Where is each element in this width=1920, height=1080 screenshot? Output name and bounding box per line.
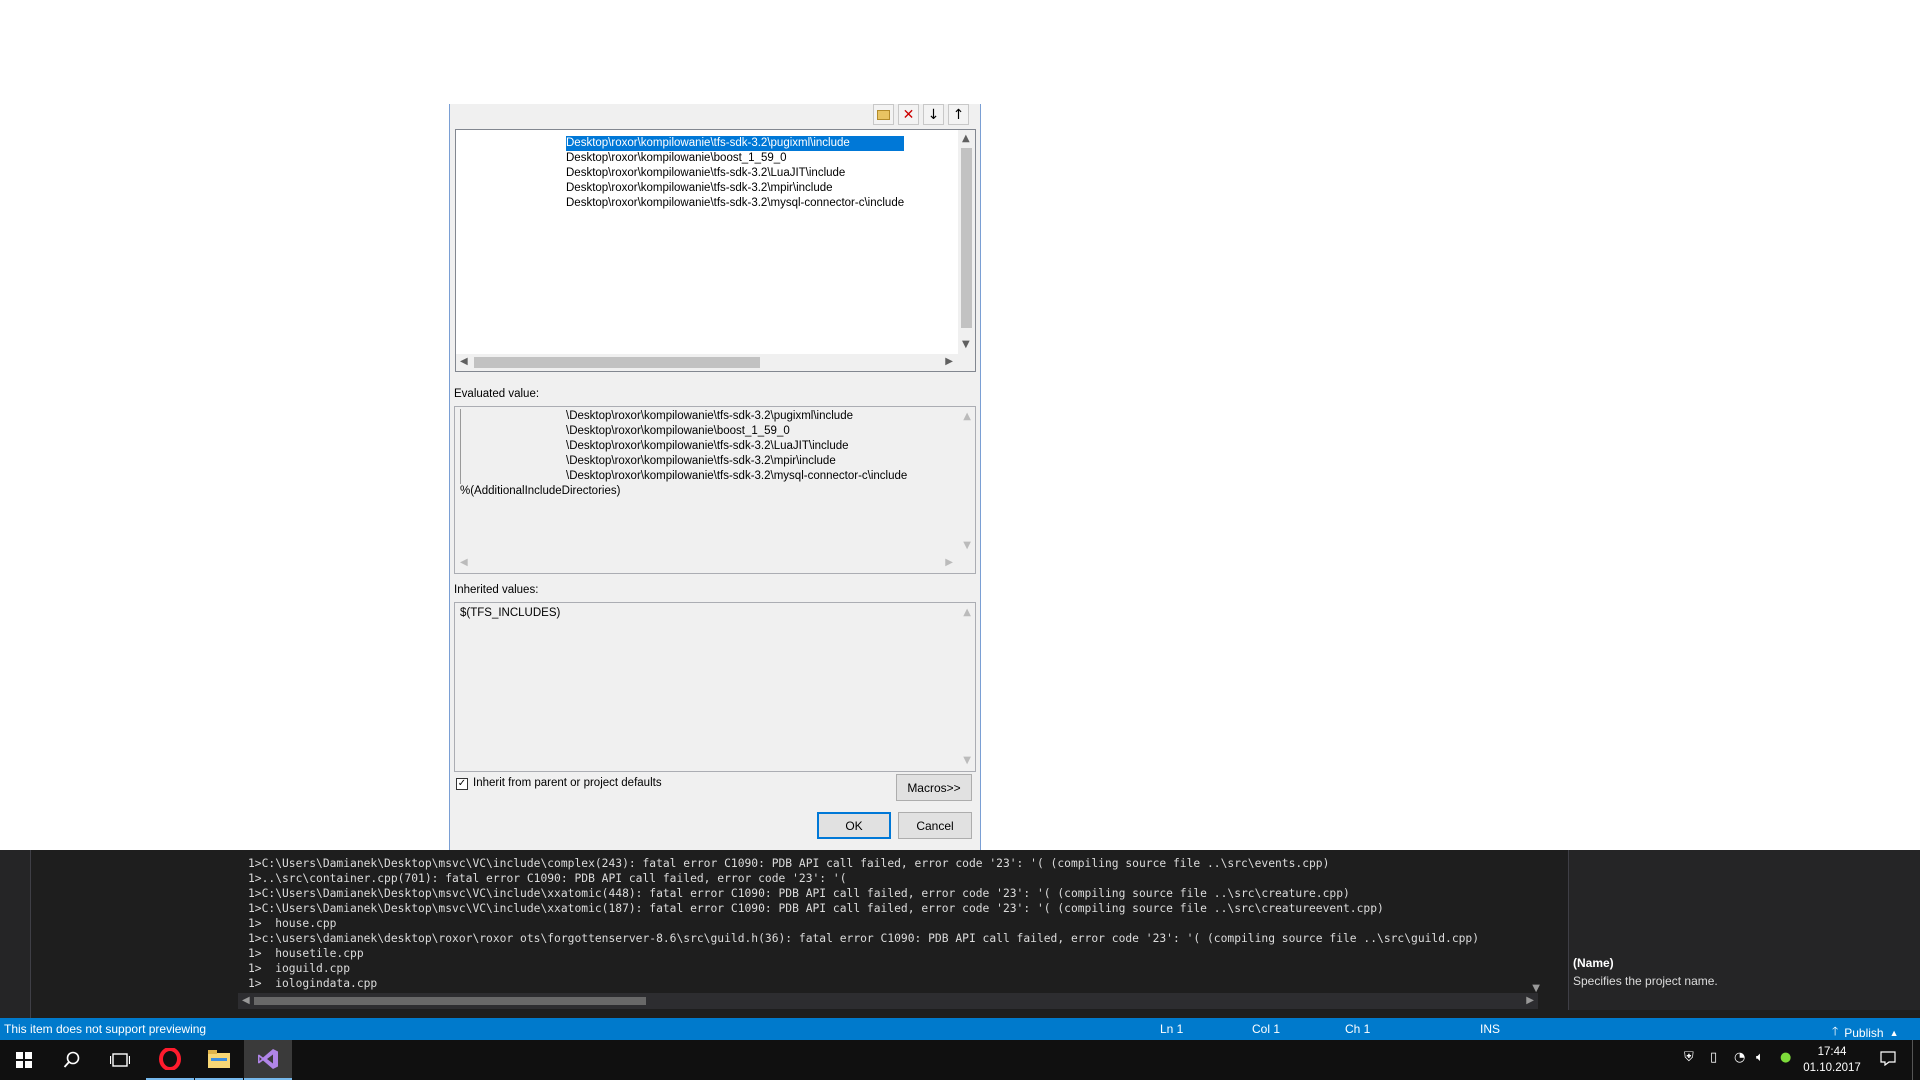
clock[interactable]: 17:44 01.10.2017: [1800, 1044, 1864, 1076]
list-item[interactable]: Desktop\roxor\kompilowanie\tfs-sdk-3.2\L…: [566, 166, 904, 181]
ok-button[interactable]: OK: [817, 812, 891, 839]
inherited-values-label: Inherited values:: [454, 584, 539, 596]
search-icon[interactable]: [48, 1040, 96, 1080]
inherit-checkbox-label: Inherit from parent or project defaults: [473, 777, 662, 789]
scroll-up-icon[interactable]: ▲: [963, 608, 971, 618]
arrow-up-icon: ↑: [952, 106, 965, 123]
evaluated-line: \Desktop\roxor\kompilowanie\tfs-sdk-3.2\…: [566, 455, 836, 467]
scroll-up-icon[interactable]: ▲: [962, 134, 970, 144]
arrow-down-icon: ↓: [927, 106, 940, 123]
scroll-left-icon[interactable]: ◀: [460, 357, 468, 367]
dialog-toolbar: ✕ ↓ ↑: [873, 104, 977, 126]
status-insert-mode[interactable]: INS: [1480, 1022, 1500, 1036]
cancel-button[interactable]: Cancel: [898, 812, 972, 839]
evaluated-line: \Desktop\roxor\kompilowanie\tfs-sdk-3.2\…: [566, 440, 849, 452]
task-view-icon[interactable]: [96, 1040, 144, 1080]
directories-entries: Desktop\roxor\kompilowanie\tfs-sdk-3.2\p…: [566, 136, 905, 211]
delete-icon: ✕: [902, 106, 915, 123]
evaluated-value-box[interactable]: \Desktop\roxor\kompilowanie\tfs-sdk-3.2\…: [454, 406, 976, 574]
scroll-left-icon[interactable]: ◀: [242, 996, 250, 1006]
properties-panel: (Name) Specifies the project name.: [1568, 850, 1920, 1010]
app-tray-icon[interactable]: ●: [1780, 1050, 1791, 1065]
battery-icon[interactable]: ▯: [1710, 1050, 1717, 1065]
evaluated-line: \Desktop\roxor\kompilowanie\boost_1_59_0: [566, 425, 790, 437]
taskbar: ⛨ ▯ ◔ 🔈︎ ● 17:44 01.10.2017: [0, 1040, 1920, 1080]
property-description: Specifies the project name.: [1573, 974, 1718, 988]
scroll-thumb[interactable]: [474, 357, 760, 368]
status-message: This item does not support previewing: [4, 1022, 207, 1036]
evaluated-line: %(AdditionalIncludeDirectories): [460, 485, 621, 497]
output-line: 1>..\src\container.cpp(701): fatal error…: [248, 872, 847, 885]
visual-studio-icon[interactable]: [244, 1040, 292, 1080]
scroll-right-icon[interactable]: ▶: [945, 558, 953, 568]
scroll-left-icon[interactable]: ◀: [460, 558, 468, 568]
scroll-down-icon[interactable]: ▼: [963, 756, 971, 766]
property-name-title: (Name): [1573, 956, 1614, 970]
output-lines: 1>C:\Users\Damianek\Desktop\msvc\VC\incl…: [248, 850, 1479, 991]
new-line-button[interactable]: [873, 104, 894, 125]
opera-icon[interactable]: [146, 1040, 194, 1080]
status-char: Ch 1: [1345, 1022, 1371, 1036]
output-window[interactable]: 1>C:\Users\Damianek\Desktop\msvc\VC\incl…: [232, 850, 1544, 1002]
output-line: 1>C:\Users\Damianek\Desktop\msvc\VC\incl…: [248, 902, 1384, 915]
output-line: 1>C:\Users\Damianek\Desktop\msvc\VC\incl…: [248, 887, 1350, 900]
delete-line-button[interactable]: ✕: [898, 104, 919, 125]
evaluated-lines: \Desktop\roxor\kompilowanie\tfs-sdk-3.2\…: [566, 409, 907, 484]
security-shield-icon[interactable]: ⛨: [1684, 1050, 1694, 1065]
inherited-line: $(TFS_INCLUDES): [460, 607, 561, 619]
folder-new-icon: [877, 109, 890, 120]
output-line: 1>C:\Users\Damianek\Desktop\msvc\VC\incl…: [248, 857, 1330, 870]
inherited-values-box[interactable]: $(TFS_INCLUDES) ▲ ▼: [454, 602, 976, 772]
windows-start-icon[interactable]: [0, 1040, 48, 1080]
move-down-button[interactable]: ↓: [923, 104, 944, 125]
scroll-right-icon[interactable]: ▶: [1526, 996, 1534, 1006]
publish-label: Publish: [1844, 1025, 1884, 1040]
include-directories-dialog: ✕ ↓ ↑ Desktop\roxor\kompilowanie\tfs-sdk…: [449, 104, 981, 850]
list-item-selected[interactable]: Desktop\roxor\kompilowanie\tfs-sdk-3.2\p…: [566, 136, 905, 151]
status-line: Ln 1: [1160, 1022, 1184, 1036]
output-line: 1> ioguild.cpp: [248, 962, 351, 975]
directories-list[interactable]: Desktop\roxor\kompilowanie\tfs-sdk-3.2\p…: [455, 129, 976, 372]
output-line: 1> housetile.cpp: [248, 947, 364, 960]
macros-button[interactable]: Macros>>: [896, 774, 972, 801]
file-explorer-icon[interactable]: [195, 1040, 243, 1080]
list-vertical-scrollbar[interactable]: ▲ ▼: [958, 130, 975, 354]
evaluated-value-label: Evaluated value:: [454, 388, 540, 400]
chevron-up-icon: ▲: [1889, 1027, 1899, 1038]
output-line: 1> iologindata.cpp: [248, 977, 378, 990]
evaluated-line: \Desktop\roxor\kompilowanie\tfs-sdk-3.2\…: [566, 470, 908, 482]
status-bar: This item does not support previewing Ln…: [0, 1018, 1920, 1040]
scroll-down-icon[interactable]: ▼: [963, 541, 971, 551]
list-item[interactable]: Desktop\roxor\kompilowanie\boost_1_59_0: [566, 151, 904, 166]
output-line: 1> house.cpp: [248, 917, 337, 930]
list-item[interactable]: Desktop\roxor\kompilowanie\tfs-sdk-3.2\m…: [566, 181, 904, 196]
status-column: Col 1: [1252, 1022, 1281, 1036]
move-up-button[interactable]: ↑: [948, 104, 969, 125]
left-panel-edge: [0, 850, 31, 1018]
notifications-icon[interactable]: [1880, 1050, 1896, 1070]
scroll-thumb[interactable]: [254, 997, 646, 1005]
output-line: 1>c:\users\damianek\desktop\roxor\roxor …: [248, 932, 1480, 945]
inherit-checkbox-row[interactable]: ✓ Inherit from parent or project default…: [456, 776, 662, 791]
network-icon[interactable]: ◔: [1734, 1050, 1745, 1065]
list-horizontal-scrollbar[interactable]: ◀ ▶: [456, 354, 975, 371]
clock-time: 17:44: [1817, 1046, 1847, 1058]
scroll-up-icon[interactable]: ▲: [963, 412, 971, 422]
inherit-checkbox[interactable]: ✓: [456, 777, 468, 790]
scroll-down-icon[interactable]: ▼: [962, 340, 970, 350]
bottom-panels: 1>C:\Users\Damianek\Desktop\msvc\VC\incl…: [0, 850, 1920, 1018]
evaluated-line: \Desktop\roxor\kompilowanie\tfs-sdk-3.2\…: [566, 410, 853, 422]
output-horizontal-scrollbar[interactable]: ◀ ▶: [238, 993, 1538, 1009]
volume-icon[interactable]: 🔈︎: [1756, 1050, 1764, 1065]
clock-date: 01.10.2017: [1803, 1062, 1861, 1074]
show-desktop-button[interactable]: [1912, 1040, 1919, 1080]
scroll-right-icon[interactable]: ▶: [945, 357, 953, 367]
scroll-thumb[interactable]: [961, 148, 972, 328]
list-item[interactable]: Desktop\roxor\kompilowanie\tfs-sdk-3.2\m…: [566, 196, 904, 211]
